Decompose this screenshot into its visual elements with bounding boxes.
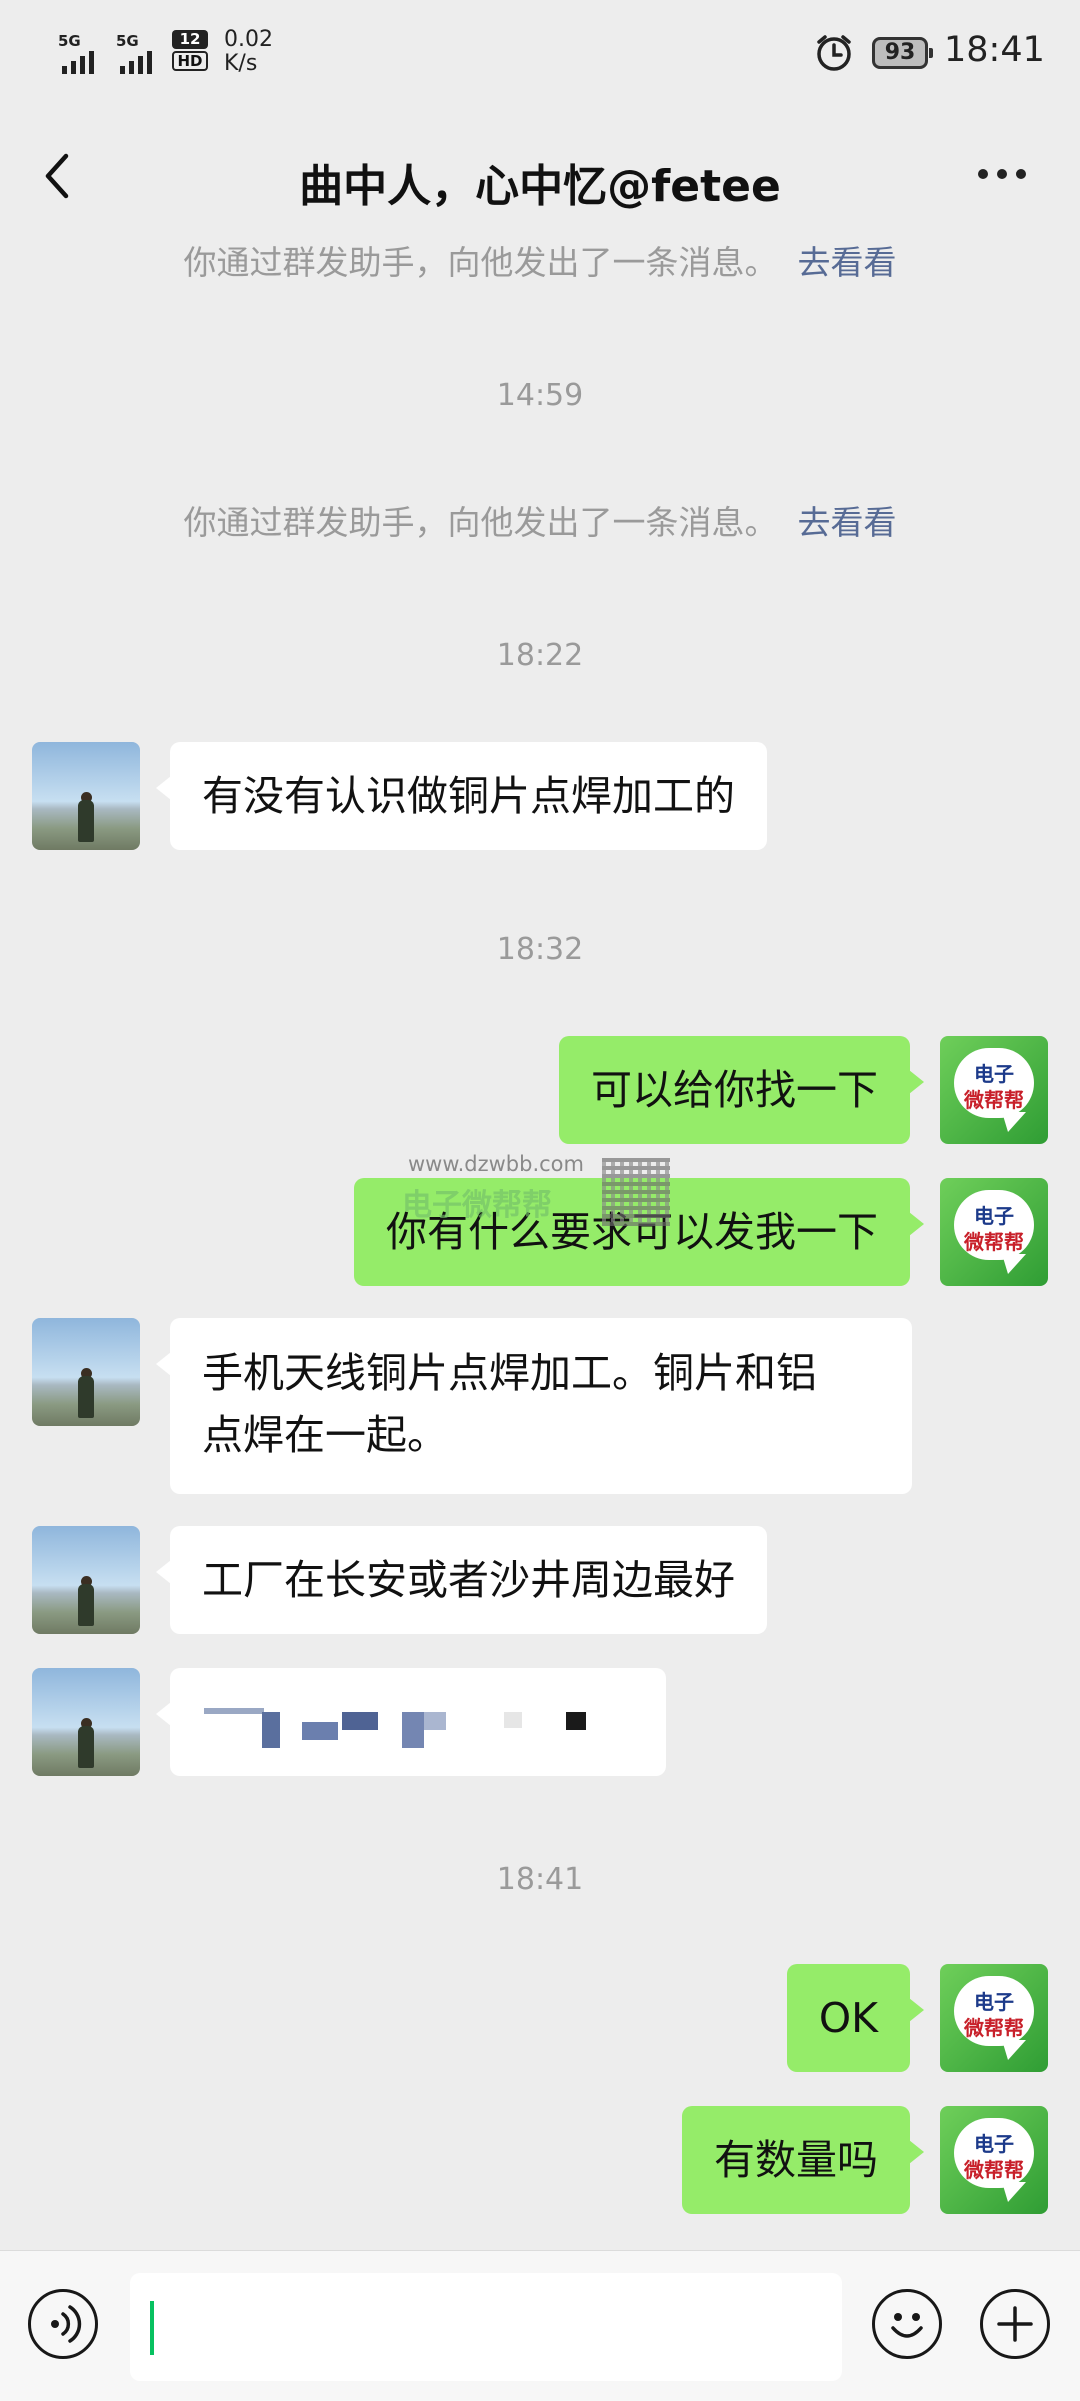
contact-avatar[interactable] — [32, 1668, 140, 1776]
incoming-message[interactable]: 有没有认识做铜片点焊加工的 — [156, 742, 767, 850]
message-line: 手机天线铜片点焊加工。铜片和铝 — [202, 1349, 817, 1397]
incoming-message[interactable]: 工厂在长安或者沙井周边最好 — [156, 1526, 767, 1634]
avatar-text: 微帮帮 — [964, 2016, 1024, 2040]
redaction-mosaic — [170, 1668, 666, 1776]
system-message-link[interactable]: 去看看 — [798, 503, 897, 542]
network-speed: 0.02 K/s — [224, 28, 273, 76]
signal-sim1-icon: 5G — [58, 30, 108, 74]
avatar-text: 微帮帮 — [964, 1088, 1024, 1112]
system-message: 你通过群发助手，向他发出了一条消息。 去看看 — [0, 236, 1080, 284]
contact-avatar[interactable] — [32, 742, 140, 850]
voice-icon[interactable] — [28, 2289, 98, 2359]
chat-header: 曲中人，心中忆@fetee — [0, 110, 1080, 240]
message-line: 点焊在一起。 — [202, 1411, 448, 1459]
incoming-message-redacted[interactable] — [156, 1668, 666, 1776]
timestamp: 14:59 — [496, 378, 584, 413]
outgoing-message[interactable]: 有数量吗 — [682, 2106, 924, 2214]
qr-code-icon — [602, 1158, 670, 1226]
plus-icon[interactable] — [980, 2289, 1050, 2359]
outgoing-message[interactable]: OK — [786, 1964, 925, 2072]
timestamp: 18:32 — [496, 932, 584, 967]
incoming-message[interactable]: 手机天线铜片点焊加工。铜片和铝 点焊在一起。 — [156, 1318, 912, 1494]
avatar-text: 微帮帮 — [964, 1230, 1024, 1254]
watermark: www.dzwbb.com 电子微帮帮 — [392, 1152, 688, 1232]
more-dots-icon[interactable] — [972, 154, 1032, 194]
message-input[interactable] — [130, 2273, 842, 2381]
hd-bottom-label: HD — [172, 51, 208, 71]
timestamp: 18:41 — [496, 1862, 584, 1897]
network-speed-unit: K/s — [224, 51, 258, 76]
watermark-brand: 电子微帮帮 — [402, 1188, 552, 1223]
network-speed-value: 0.02 — [224, 27, 273, 52]
system-message-text: 你通过群发助手，向他发出了一条消息。 — [183, 503, 778, 542]
chevron-left-icon[interactable] — [36, 146, 86, 206]
my-avatar[interactable]: 电子 微帮帮 — [940, 1964, 1048, 2072]
my-avatar[interactable]: 电子 微帮帮 — [940, 1178, 1048, 1286]
status-time: 18:41 — [944, 30, 1045, 70]
text-caret — [150, 2301, 154, 2355]
avatar-text: 电子 — [974, 2132, 1014, 2156]
input-bar — [0, 2250, 1080, 2401]
my-avatar[interactable]: 电子 微帮帮 — [940, 1036, 1048, 1144]
alarm-clock-icon — [817, 35, 851, 71]
status-bar: 5G 5G 12 HD 0.02 K/s 93 18:41 — [0, 0, 1080, 110]
system-message-text: 你通过群发助手，向他发出了一条消息。 — [183, 243, 778, 282]
signal-sim2-icon: 5G — [116, 30, 166, 74]
hd-top-label: 12 — [172, 30, 208, 49]
avatar-text: 电子 — [974, 1204, 1014, 1228]
contact-avatar[interactable] — [32, 1526, 140, 1634]
timestamp: 18:22 — [496, 638, 584, 673]
emoji-icon[interactable] — [872, 2289, 942, 2359]
avatar-text: 微帮帮 — [964, 2158, 1024, 2182]
system-message-link[interactable]: 去看看 — [798, 243, 897, 282]
chat-title: 曲中人，心中忆@fetee — [299, 161, 781, 212]
hd-voice-icon: 12 HD — [172, 30, 208, 72]
avatar-text: 电子 — [974, 1990, 1014, 2014]
avatar-text: 电子 — [974, 1062, 1014, 1086]
my-avatar[interactable]: 电子 微帮帮 — [940, 2106, 1048, 2214]
battery-indicator: 93 — [872, 37, 933, 69]
system-message: 你通过群发助手，向他发出了一条消息。 去看看 — [0, 496, 1080, 544]
outgoing-message[interactable]: 可以给你找一下 — [559, 1036, 924, 1144]
watermark-url: www.dzwbb.com — [408, 1152, 584, 1176]
contact-avatar[interactable] — [32, 1318, 140, 1426]
